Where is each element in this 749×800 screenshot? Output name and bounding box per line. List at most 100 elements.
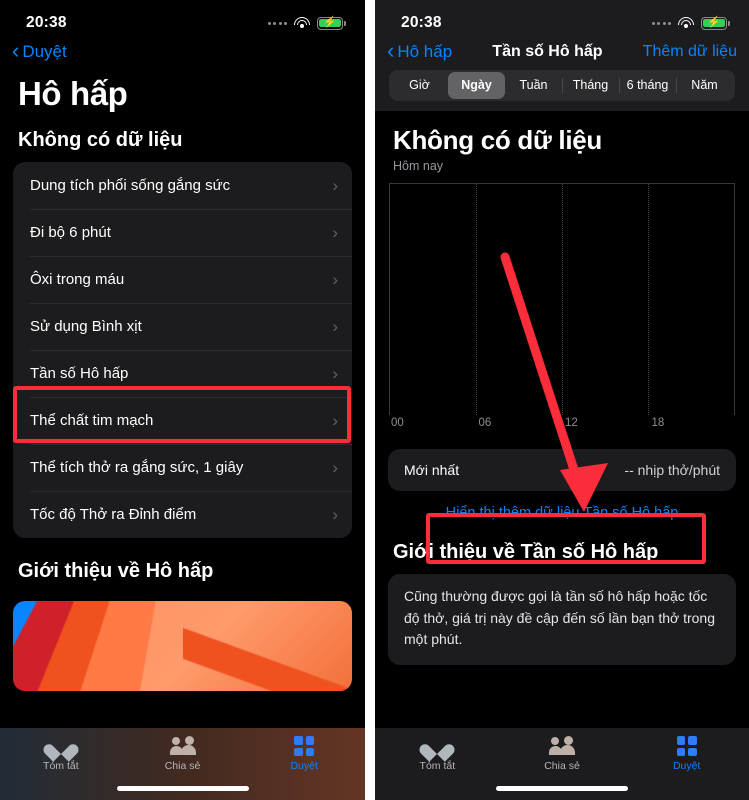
x-tick-06: 06 — [478, 417, 492, 429]
list-item[interactable]: Tốc độ Thở ra Đỉnh điểm › — [13, 491, 352, 538]
home-indicator — [116, 786, 249, 791]
list-item-respiratory-rate[interactable]: Tần số Hô hấp › — [13, 350, 352, 397]
chart-heading: Không có dữ liệu — [393, 125, 603, 155]
list-item[interactable]: Sử dụng Bình xịt › — [13, 303, 352, 350]
home-indicator — [496, 786, 628, 791]
tab-label: Tóm tắt — [419, 760, 456, 772]
chart-x-axis: 00 06 12 18 — [389, 415, 735, 439]
battery-charging-icon: ⚡ — [701, 16, 730, 30]
chevron-left-icon: ‹ — [12, 38, 20, 63]
chevron-right-icon: › — [332, 316, 338, 336]
nav-bar-left: ‹ Duyệt — [0, 40, 365, 63]
section-header-no-data: Không có dữ liệu — [18, 129, 183, 151]
list-item-label: Tốc độ Thở ra Đỉnh điểm — [30, 506, 197, 523]
chart-subheading: Hôm nay — [393, 159, 444, 173]
list-item-label: Thể tích thở ra gắng sức, 1 giây — [30, 459, 244, 476]
gridline-18 — [648, 184, 649, 415]
status-bar-left: 20:38 ⚡ — [0, 0, 365, 40]
tab-label: Tóm tắt — [43, 760, 79, 772]
tab-sharing[interactable]: Chia sẻ — [500, 736, 625, 772]
segment-hour[interactable]: Giờ — [391, 72, 448, 99]
segment-week[interactable]: Tuần — [505, 72, 562, 99]
list-item-label: Dung tích phổi sống gắng sức — [30, 177, 231, 194]
right-phone-screen: 20:38 ⚡ ‹ Hô hấp Tần số Hô hấp Thêm dữ l… — [375, 0, 749, 800]
x-tick-00: 00 — [391, 417, 404, 429]
status-time: 20:38 — [26, 14, 67, 31]
list-item[interactable]: Ôxi trong máu › — [13, 256, 352, 303]
back-button-label: Hô hấp — [397, 42, 453, 61]
latest-value: -- nhịp thở/phút — [624, 462, 720, 478]
tab-summary[interactable]: Tóm tắt — [0, 736, 122, 772]
left-phone-screen: 20:38 ⚡ ‹ Duyệt Hô hấp Không có dữ liệu … — [0, 0, 365, 800]
cellular-dots-icon — [651, 21, 671, 25]
gridline-06 — [476, 184, 477, 415]
tab-label: Duyệt — [672, 760, 701, 772]
people-icon — [169, 736, 196, 756]
list-item-label: Ôxi trong máu — [30, 271, 125, 288]
chevron-right-icon: › — [332, 410, 338, 430]
chevron-left-icon: ‹ — [387, 38, 395, 63]
chevron-right-icon: › — [332, 269, 338, 289]
tab-summary[interactable]: Tóm tắt — [375, 736, 500, 772]
about-body-text: Cũng thường được gọi là tần số hô hấp ho… — [404, 588, 716, 648]
list-item[interactable]: Thể chất tim mạch › — [13, 397, 352, 444]
about-heading-right: Giới thiệu về Tần số Hô hấp — [393, 541, 659, 563]
chevron-right-icon: › — [332, 457, 338, 477]
page-title: Hô hấp — [18, 75, 128, 112]
segmented-control-wrap: Giờ Ngày Tuần Tháng 6 tháng Năm — [375, 70, 749, 111]
latest-label: Mới nhất — [404, 462, 460, 478]
list-item-label: Đi bộ 6 phút — [30, 224, 111, 241]
wifi-icon — [294, 17, 310, 29]
chevron-right-icon: › — [332, 363, 338, 383]
respiratory-rate-chart — [389, 183, 735, 415]
tab-browse[interactable]: Duyệt — [624, 736, 749, 772]
list-item[interactable]: Đi bộ 6 phút › — [13, 209, 352, 256]
segment-six-months[interactable]: 6 tháng — [619, 72, 676, 99]
about-heading-left: Giới thiệu về Hô hấp — [18, 560, 214, 582]
status-indicators: ⚡ — [651, 16, 730, 30]
respiratory-list-card: Dung tích phổi sống gắng sức › Đi bộ 6 p… — [13, 162, 352, 538]
nav-bar-right: ‹ Hô hấp Tần số Hô hấp Thêm dữ liệu — [375, 40, 749, 70]
screenshot-root: 20:38 ⚡ ‹ Duyệt Hô hấp Không có dữ liệu … — [0, 0, 749, 800]
grid-icon — [294, 736, 315, 756]
tab-browse[interactable]: Duyệt — [243, 736, 365, 772]
about-hero-image — [13, 601, 352, 691]
tab-label: Chia sẻ — [164, 760, 201, 772]
chevron-right-icon: › — [332, 175, 338, 195]
segment-year[interactable]: Năm — [676, 72, 733, 99]
heart-icon — [426, 736, 448, 756]
segment-month[interactable]: Tháng — [562, 72, 619, 99]
back-button-browse[interactable]: ‹ Duyệt — [12, 38, 67, 63]
latest-value-row: Mới nhất -- nhịp thở/phút — [388, 449, 736, 491]
heart-icon — [50, 736, 72, 756]
battery-charging-icon: ⚡ — [317, 16, 346, 30]
tab-bar-right: Tóm tắt Chia sẻ Duyệt — [375, 728, 749, 800]
show-more-data-link[interactable]: Hiển thị thêm dữ liệu Tần số Hô hấp — [375, 491, 749, 537]
list-item-label: Thể chất tim mạch — [30, 412, 154, 429]
people-icon — [549, 736, 575, 756]
status-indicators: ⚡ — [267, 16, 346, 30]
panel-divider — [365, 0, 375, 800]
x-tick-12: 12 — [565, 417, 578, 429]
segment-day[interactable]: Ngày — [448, 72, 505, 99]
tab-label: Duyệt — [290, 760, 318, 772]
wifi-icon — [678, 17, 694, 29]
tab-bar-left: Tóm tắt Chia sẻ Duyệt — [0, 728, 365, 800]
chevron-right-icon: › — [332, 222, 338, 242]
nav-title: Tần số Hô hấp — [492, 43, 603, 60]
list-item[interactable]: Dung tích phổi sống gắng sức › — [13, 162, 352, 209]
chevron-right-icon: › — [332, 504, 338, 524]
tab-label: Chia sẻ — [544, 760, 580, 772]
list-item-label: Tần số Hô hấp — [30, 365, 129, 382]
back-button-label: Duyệt — [22, 42, 67, 61]
list-item-label: Sử dụng Bình xịt — [30, 318, 142, 335]
list-item[interactable]: Thể tích thở ra gắng sức, 1 giây › — [13, 444, 352, 491]
time-range-segmented-control[interactable]: Giờ Ngày Tuần Tháng 6 tháng Năm — [389, 70, 735, 101]
x-tick-18: 18 — [651, 417, 665, 429]
add-data-button[interactable]: Thêm dữ liệu — [643, 43, 737, 61]
tab-sharing[interactable]: Chia sẻ — [122, 736, 244, 772]
about-card: Cũng thường được gọi là tần số hô hấp ho… — [388, 574, 736, 666]
cellular-dots-icon — [267, 21, 287, 25]
status-bar-right: 20:38 ⚡ — [375, 0, 749, 40]
back-button-respiratory[interactable]: ‹ Hô hấp — [387, 38, 453, 63]
